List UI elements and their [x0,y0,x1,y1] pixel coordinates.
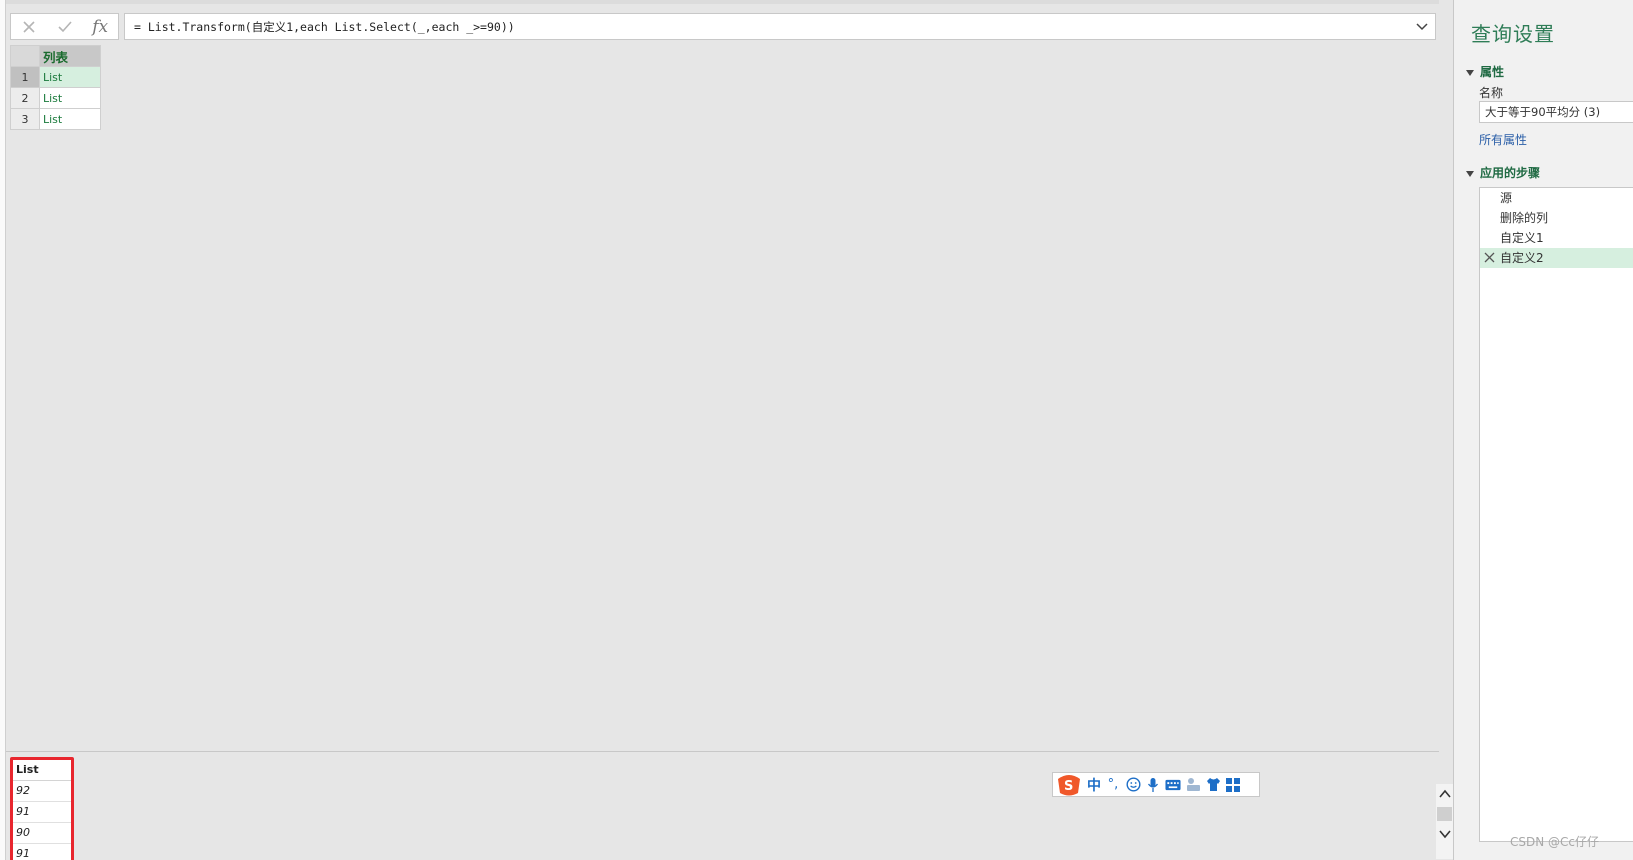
list-cell[interactable]: List [39,66,101,88]
applied-steps-list: 源 删除的列 自定义1 自定义2 [1479,187,1633,842]
formula-text: = List.Transform(自定义1,each List.Select(_… [134,19,515,34]
preview-value: 90 [13,823,71,844]
scrollbar-thumb[interactable] [1437,807,1452,821]
pane-title: 查询设置 [1471,22,1555,46]
menu-grid-icon[interactable] [1225,777,1241,793]
formula-input[interactable]: = List.Transform(自定义1,each List.Select(_… [124,13,1436,40]
close-icon[interactable] [11,14,47,39]
sogou-logo-icon[interactable]: S [1055,773,1083,797]
left-edge-panel [0,0,6,860]
chevron-up-icon[interactable] [1436,784,1453,804]
name-label: 名称 [1479,86,1504,100]
toolbox-icon[interactable] [1185,777,1201,793]
list-cell[interactable]: List [39,87,101,109]
query-settings-pane: 查询设置 属性 名称 大于等于90平均分 (3) 所有属性 应用的步骤 源 删除… [1453,0,1633,860]
all-properties-link[interactable]: 所有属性 [1479,131,1527,148]
delete-step-icon[interactable] [1484,248,1495,270]
step-label: 自定义1 [1500,231,1544,245]
step-label: 源 [1500,191,1513,205]
table-row: 1 List [10,66,101,88]
row-number[interactable]: 1 [10,66,40,88]
preview-scrollbar[interactable] [1436,784,1453,859]
list-preview: List 92 91 90 91 [10,757,74,860]
formula-buttons: fx [10,13,119,40]
step-item[interactable]: 源 [1480,188,1633,208]
step-item-selected[interactable]: 自定义2 [1480,248,1633,268]
properties-section-toggle[interactable]: 属性 [1466,63,1504,80]
query-name-input[interactable]: 大于等于90平均分 (3) [1479,101,1633,123]
table-row: 3 List [10,108,101,130]
chinese-mode-toggle[interactable]: 中 [1087,775,1101,795]
check-icon[interactable] [47,14,83,39]
table-row: 2 List [10,87,101,109]
punctuation-toggle[interactable]: °, [1105,777,1121,793]
preview-divider [6,751,1439,752]
preview-value: 91 [16,847,30,860]
chevron-down-icon[interactable] [1415,19,1429,33]
svg-text:S: S [1064,779,1073,794]
applied-steps-section-toggle[interactable]: 应用的步骤 [1466,164,1540,181]
ime-toolbar: S 中 °, [1052,772,1260,797]
top-border [6,0,1439,4]
column-header[interactable]: 列表 [39,45,101,67]
preview-header: List [13,760,71,781]
preview-value: 92 [13,781,71,802]
collapse-triangle-icon [1466,170,1474,177]
step-label: 自定义2 [1500,251,1544,265]
step-item[interactable]: 自定义1 [1480,228,1633,248]
fx-icon[interactable]: fx [82,14,118,39]
collapse-triangle-icon [1466,69,1474,76]
keyboard-icon[interactable] [1165,777,1181,793]
list-cell[interactable]: List [39,108,101,130]
data-grid: 列表 1 List 2 List 3 List [10,45,101,130]
step-label: 删除的列 [1500,211,1549,225]
grid-corner[interactable] [10,45,40,67]
step-item[interactable]: 删除的列 [1480,208,1633,228]
preview-value: 91 [13,802,71,823]
applied-steps-label: 应用的步骤 [1480,166,1541,180]
skin-shirt-icon[interactable] [1205,777,1221,793]
properties-label: 属性 [1480,65,1505,79]
chevron-down-icon[interactable] [1436,824,1453,844]
microphone-icon[interactable] [1145,777,1161,793]
emoji-icon[interactable] [1125,777,1141,793]
row-number[interactable]: 3 [10,108,40,130]
watermark: CSDN @Cc仔仔 [1510,835,1600,849]
row-number[interactable]: 2 [10,87,40,109]
